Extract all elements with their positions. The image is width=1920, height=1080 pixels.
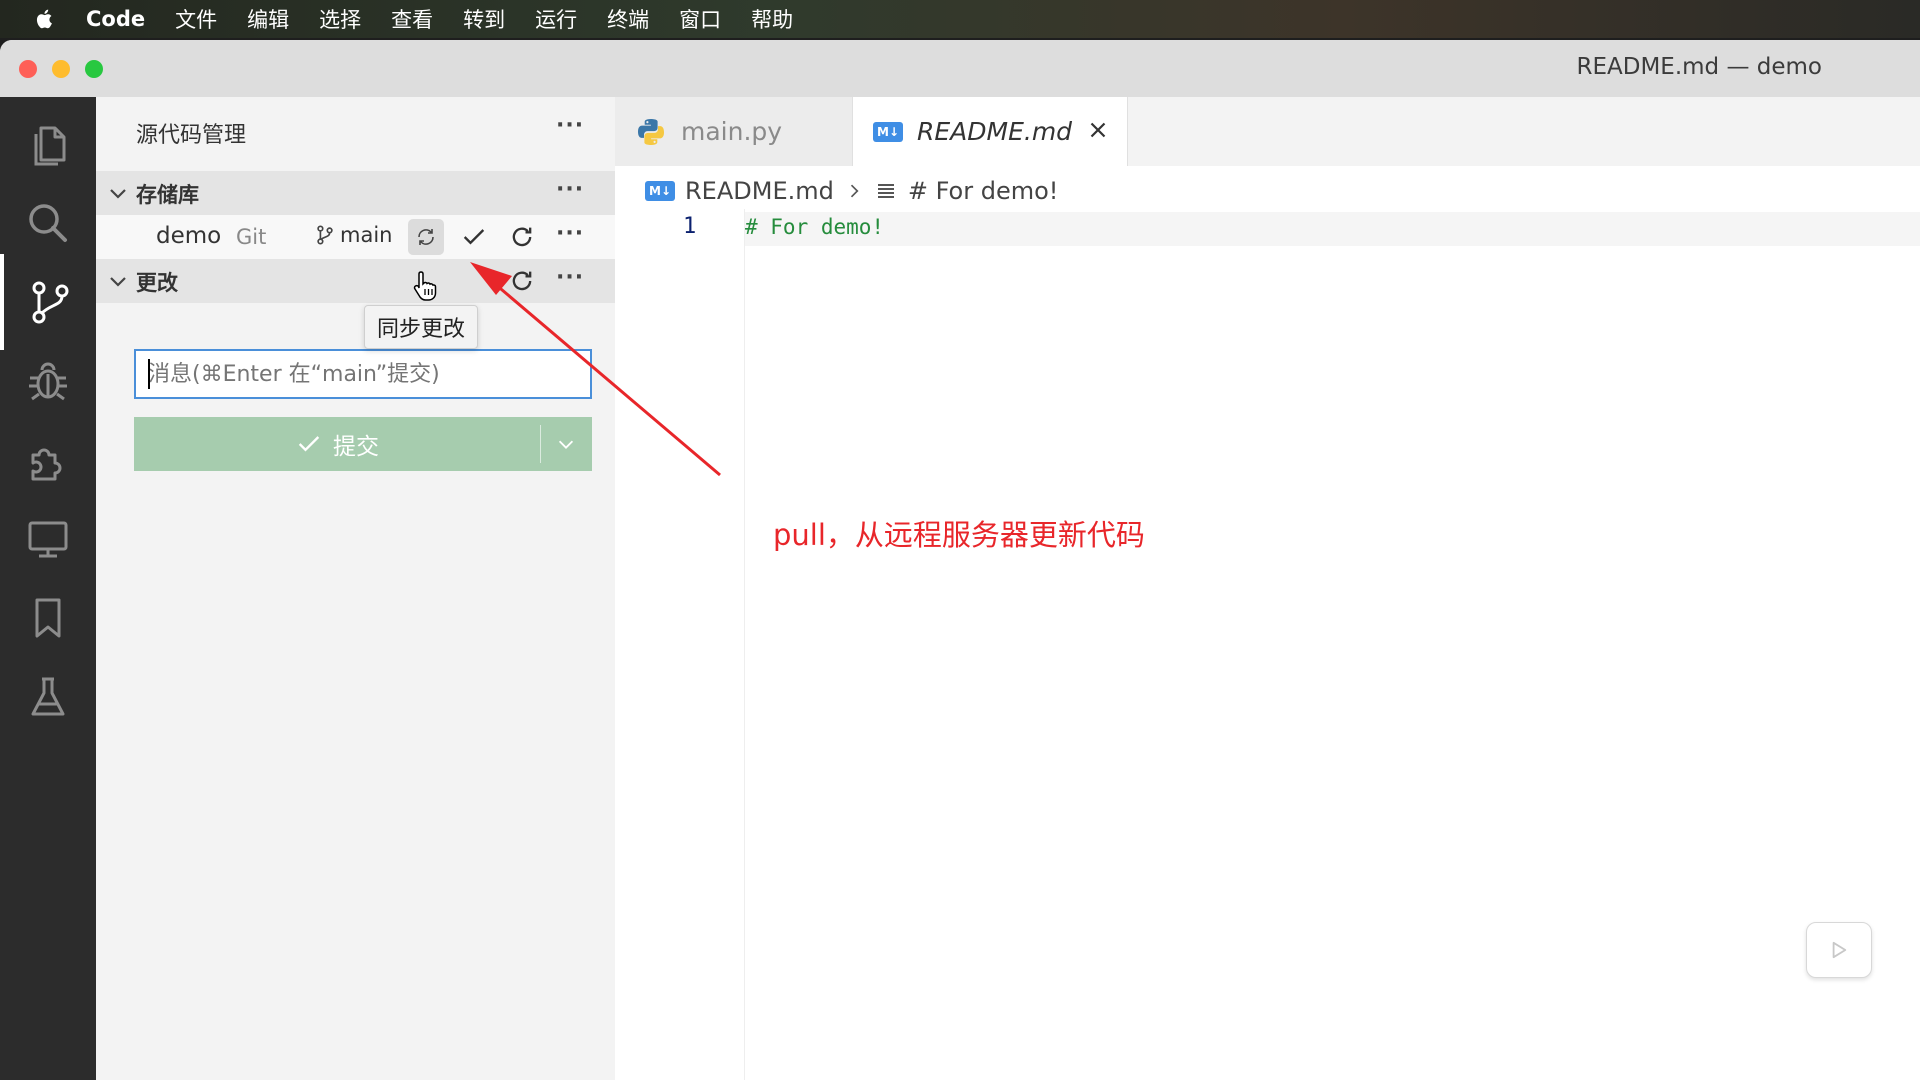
line-number-gutter: [615, 209, 745, 1080]
text-cursor: [148, 359, 150, 389]
minimize-window-button[interactable]: [52, 60, 70, 78]
sync-tooltip: 同步更改: [364, 305, 479, 349]
menu-help[interactable]: 帮助: [751, 4, 793, 34]
menu-go[interactable]: 转到: [463, 4, 505, 34]
repository-row[interactable]: demo Git main ···: [96, 215, 615, 259]
changes-section-header[interactable]: 更改 ···: [96, 259, 615, 303]
annotation-text: pull，从远程服务器更新代码: [773, 518, 1145, 552]
sync-changes-button[interactable]: [408, 219, 444, 255]
breadcrumb-symbol[interactable]: # For demo!: [908, 177, 1059, 205]
chevron-down-icon: [558, 440, 574, 449]
commit-dropdown-button[interactable]: [541, 417, 591, 471]
commit-message-input[interactable]: [134, 349, 592, 399]
repositories-section-header[interactable]: 存储库 ···: [96, 171, 615, 215]
source-control-sidebar: 源代码管理 ··· 存储库 ··· demo Git main ··· 更改 ·…: [96, 97, 615, 1080]
menu-file[interactable]: 文件: [175, 4, 217, 34]
activity-bar: [0, 97, 96, 1080]
tab-main-py[interactable]: main.py: [615, 97, 853, 166]
editor-area: main.py M↓ README.md M↓ README.md # For …: [615, 97, 1920, 1080]
breadcrumb-file[interactable]: README.md: [685, 177, 834, 205]
vscode-window: README.md — demo 源代码管理 ··· 存储库 ··· demo …: [0, 40, 1920, 1080]
sidebar-more-button[interactable]: ···: [556, 113, 584, 138]
breadcrumb: M↓ README.md # For demo!: [645, 174, 1058, 208]
hand-cursor-icon: [413, 271, 437, 301]
menu-edit[interactable]: 编辑: [247, 4, 289, 34]
testing-button[interactable]: [0, 649, 96, 745]
debug-icon: [29, 362, 67, 401]
chevron-right-icon: [850, 184, 859, 198]
markdown-file-icon: M↓: [873, 121, 903, 142]
code-line[interactable]: # For demo!: [745, 215, 884, 239]
list-icon: [877, 184, 894, 198]
title-bar: README.md — demo: [0, 40, 1920, 97]
video-play-button[interactable]: [1806, 922, 1872, 978]
check-icon: [463, 229, 485, 245]
commit-button-label: 提交: [333, 434, 379, 460]
refresh-icon: [512, 271, 532, 291]
close-window-button[interactable]: [19, 60, 37, 78]
remote-explorer-icon: [28, 521, 68, 558]
check-icon: [298, 436, 320, 452]
bookmark-icon: [35, 598, 61, 638]
chevron-down-icon: [110, 189, 126, 199]
tab-label: main.py: [681, 117, 783, 146]
commit-button[interactable]: 提交: [134, 417, 540, 471]
zoom-window-button[interactable]: [85, 60, 103, 78]
search-icon: [29, 204, 67, 242]
source-control-icon: [32, 281, 69, 324]
changes-refresh-button[interactable]: [504, 263, 540, 299]
repo-more-button[interactable]: ···: [556, 221, 584, 246]
testing-icon: [31, 677, 65, 716]
menu-run[interactable]: 运行: [535, 4, 577, 34]
menu-terminal[interactable]: 终端: [607, 4, 649, 34]
branch-icon: [317, 225, 333, 245]
menu-window[interactable]: 窗口: [679, 4, 721, 34]
python-file-icon: [638, 118, 664, 145]
branch-indicator[interactable]: main: [314, 223, 392, 247]
commit-button-group: 提交: [134, 417, 592, 471]
close-icon[interactable]: [1085, 117, 1111, 143]
commit-check-button[interactable]: [456, 219, 492, 255]
tab-label: README.md: [917, 117, 1073, 146]
apple-icon[interactable]: [30, 4, 60, 34]
menu-view[interactable]: 查看: [391, 4, 433, 34]
repositories-label: 存储库: [136, 183, 199, 207]
markdown-file-icon: M↓: [645, 181, 675, 201]
chevron-down-icon: [110, 277, 126, 287]
changes-more-button[interactable]: ···: [556, 265, 584, 290]
window-title: README.md — demo: [1576, 54, 1823, 80]
repositories-more-button[interactable]: ···: [556, 177, 584, 202]
sidebar-title: 源代码管理: [136, 123, 247, 148]
editor-tabs: main.py M↓ README.md: [615, 97, 1920, 166]
branch-name: main: [340, 223, 393, 247]
menu-app-name[interactable]: Code: [86, 7, 145, 31]
play-icon: [1832, 941, 1847, 959]
extensions-icon: [31, 448, 62, 481]
repo-type: Git: [236, 225, 267, 249]
tab-readme-md[interactable]: M↓ README.md: [853, 97, 1128, 166]
macos-menubar: Code 文件 编辑 选择 查看 转到 运行 终端 窗口 帮助: [0, 0, 1920, 38]
menu-selection[interactable]: 选择: [319, 4, 361, 34]
refresh-button[interactable]: [504, 219, 540, 255]
changes-label: 更改: [136, 271, 178, 295]
sync-icon: [418, 229, 434, 245]
refresh-icon: [512, 227, 532, 247]
line-number: 1: [683, 214, 697, 239]
files-icon: [34, 126, 66, 166]
repo-name: demo: [156, 223, 222, 249]
